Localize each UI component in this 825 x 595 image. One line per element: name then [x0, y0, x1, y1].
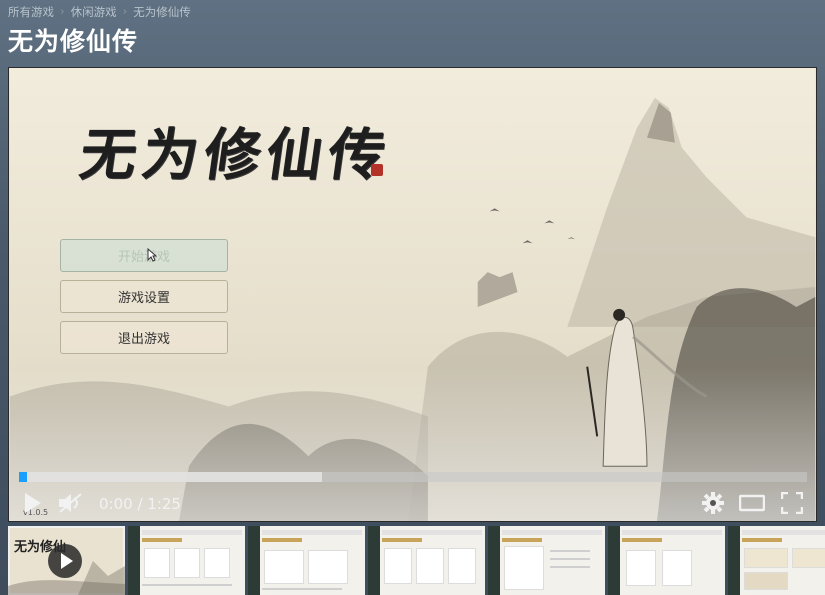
thumbnail-heading: [382, 538, 422, 542]
thumbnail-card: [308, 550, 348, 584]
progress-buffered: [19, 472, 323, 482]
screenshot-thumbnail[interactable]: [488, 526, 605, 595]
screenshot-thumbnail[interactable]: [248, 526, 365, 595]
thumbnail-heading: [622, 538, 662, 542]
breadcrumb-separator: ›: [60, 4, 65, 18]
theater-mode-icon[interactable]: [739, 494, 765, 512]
thumbnail-header-bar: [742, 530, 825, 535]
thumbnail-sidebar: [488, 526, 500, 595]
thumbnail-card: [792, 548, 825, 568]
thumbnail-text-line: [550, 550, 590, 552]
breadcrumb-current-game[interactable]: 无为修仙传: [133, 4, 191, 20]
breadcrumb: 所有游戏 › 休闲游戏 › 无为修仙传: [8, 4, 191, 20]
thumbnail-header-bar: [622, 530, 722, 535]
thumbnail-card: [264, 550, 304, 584]
red-seal-icon: [371, 164, 383, 176]
thumbnail-card: [384, 548, 412, 584]
thumbnail-card: [416, 548, 444, 584]
mute-icon[interactable]: [57, 492, 85, 514]
play-icon[interactable]: [23, 492, 43, 514]
settings-gear-icon[interactable]: [702, 492, 724, 514]
screenshot-thumbnail[interactable]: [608, 526, 725, 595]
thumbnail-card: [204, 548, 230, 578]
thumbnail-card: [662, 550, 692, 586]
breadcrumb-all-games[interactable]: 所有游戏: [8, 4, 54, 20]
thumbnail-card: [744, 548, 788, 568]
thumbnail-header-bar: [382, 530, 482, 535]
screenshot-thumbnail[interactable]: [728, 526, 825, 595]
thumbnail-header-bar: [502, 530, 602, 535]
thumbnail-sidebar: [248, 526, 260, 595]
thumbnail-text-line: [262, 588, 342, 590]
game-logo: 无为修仙传: [75, 122, 396, 188]
breadcrumb-separator: ›: [122, 4, 128, 18]
screenshot-thumbnail[interactable]: [368, 526, 485, 595]
page-title: 无为修仙传: [8, 27, 139, 56]
mouse-cursor-icon: [147, 248, 157, 262]
thumbnail-card: [448, 548, 476, 584]
thumbnail-card: [626, 550, 656, 586]
player-controls: 0:00 / 1:25: [9, 468, 816, 521]
thumbnail-card: [744, 572, 788, 590]
screenshot-thumbnail[interactable]: [128, 526, 245, 595]
video-player[interactable]: 无为修仙传 开始游戏 游戏设置 退出游戏 v1.0.5 0:00 / 1:25: [8, 67, 817, 522]
thumbnail-play-icon: [48, 544, 82, 578]
thumbnail-heading: [742, 538, 782, 542]
thumbnail-heading: [502, 538, 542, 542]
thumbnail-text-line: [550, 558, 590, 560]
thumbnail-heading: [142, 538, 182, 542]
media-thumbnail-strip: 无为修仙: [8, 526, 825, 595]
thumbnail-card: [174, 548, 200, 578]
thumbnail-sidebar: [608, 526, 620, 595]
thumbnail-sidebar: [728, 526, 740, 595]
thumbnail-heading: [262, 538, 302, 542]
thumbnail-text-line: [142, 584, 232, 586]
breadcrumb-casual-games[interactable]: 休闲游戏: [71, 4, 117, 20]
exit-game-button[interactable]: 退出游戏: [60, 321, 228, 354]
thumbnail-sidebar: [128, 526, 140, 595]
fullscreen-icon[interactable]: [781, 492, 803, 514]
thumbnail-card: [504, 546, 544, 590]
thumbnail-header-bar: [262, 530, 362, 535]
start-game-button[interactable]: 开始游戏: [60, 239, 228, 272]
progress-bar[interactable]: [19, 472, 807, 482]
thumbnail-header-bar: [142, 530, 242, 535]
thumbnail-text-line: [550, 566, 590, 568]
thumbnail-card: [144, 548, 170, 578]
progress-played: [19, 472, 27, 482]
video-thumbnail[interactable]: 无为修仙: [8, 526, 125, 595]
thumbnail-sidebar: [368, 526, 380, 595]
time-display: 0:00 / 1:25: [99, 495, 181, 513]
game-settings-button[interactable]: 游戏设置: [60, 280, 228, 313]
